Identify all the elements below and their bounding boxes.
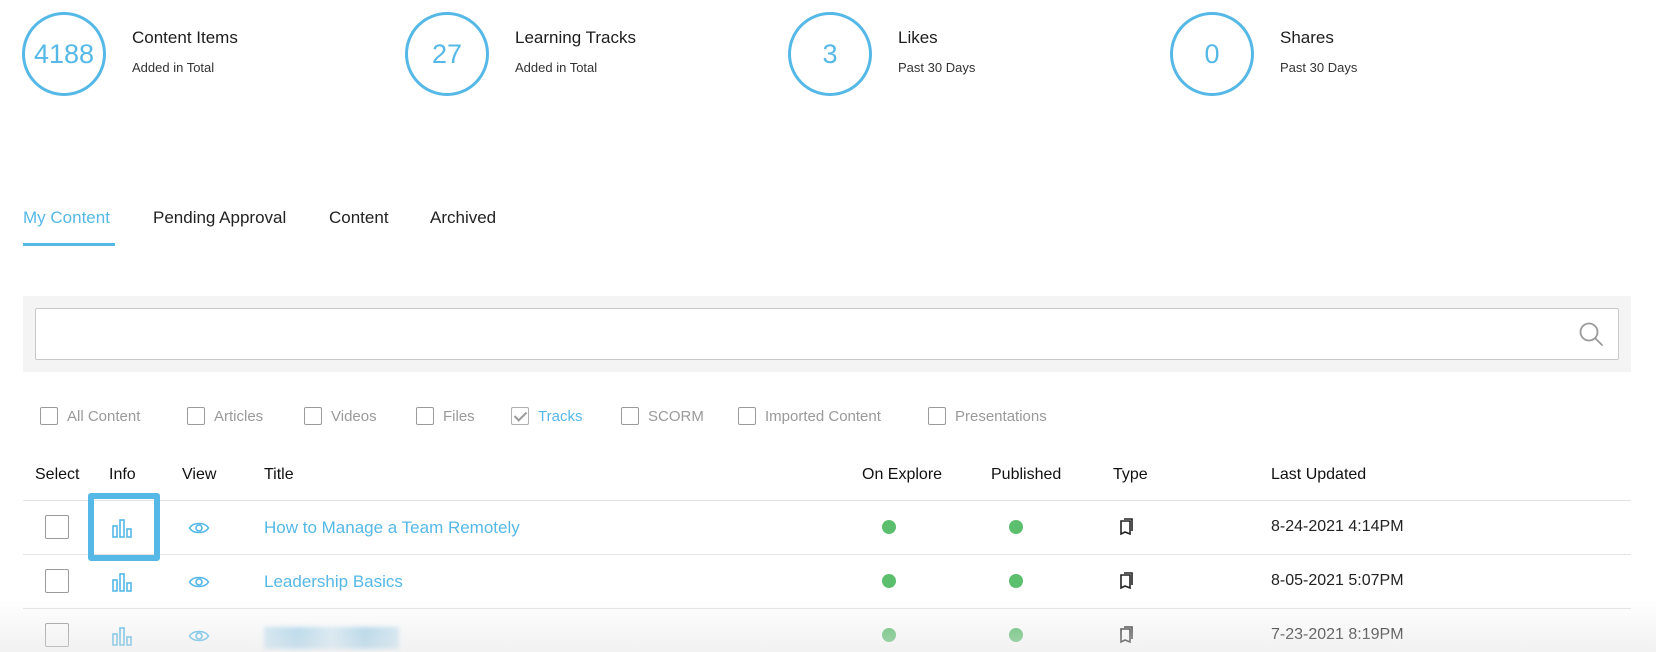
tab-archived[interactable]: Archived <box>430 208 496 228</box>
filter-videos[interactable]: Videos <box>304 407 377 425</box>
filter-articles[interactable]: Articles <box>187 407 263 425</box>
stat-title: Learning Tracks <box>515 28 636 47</box>
header-title: Title <box>264 466 294 483</box>
content-title-link[interactable]: How to Manage a Team Remotely <box>264 518 520 538</box>
filter-checkbox[interactable] <box>621 407 639 425</box>
search-input[interactable] <box>35 308 1619 360</box>
filter-imported-content[interactable]: Imported Content <box>738 407 881 425</box>
search-icon[interactable] <box>1578 321 1604 347</box>
filter-scorm[interactable]: SCORM <box>621 407 704 425</box>
filter-label: All Content <box>67 407 141 425</box>
last-updated-value: 8-24-2021 4:14PM <box>1271 518 1404 535</box>
content-title-link[interactable]: Leadership Basics <box>264 572 403 592</box>
stat-value: 4188 <box>22 12 106 96</box>
stat-subtitle: Added in Total <box>132 60 215 75</box>
search-panel <box>23 296 1631 372</box>
filter-presentations[interactable]: Presentations <box>928 407 1047 425</box>
bar-chart-icon[interactable] <box>111 571 133 593</box>
track-type-icon <box>1120 572 1133 590</box>
filter-checkbox[interactable] <box>738 407 756 425</box>
stat-subtitle: Added in Total <box>515 60 598 75</box>
header-on-explore: On Explore <box>862 466 943 483</box>
filter-all-content[interactable]: All Content <box>40 407 140 425</box>
bar-chart-icon[interactable] <box>111 625 133 647</box>
filter-label: Videos <box>331 407 377 425</box>
info-highlight-box <box>88 493 160 561</box>
last-updated-value: 7-23-2021 8:19PM <box>1271 626 1404 643</box>
filter-label: Articles <box>214 407 264 425</box>
filter-label: SCORM <box>648 407 704 425</box>
stat-subtitle: Past 30 Days <box>898 60 976 75</box>
tab-my-content[interactable]: My Content <box>23 208 110 228</box>
filter-tracks[interactable]: Tracks <box>511 407 582 425</box>
track-type-icon <box>1120 518 1133 536</box>
table-row: Leadership Basics 8-05-2021 5:07PM <box>23 555 1631 609</box>
filter-checkbox[interactable] <box>511 407 529 425</box>
stat-title: Likes <box>898 28 938 47</box>
on-explore-status-dot <box>882 574 896 588</box>
tab-content[interactable]: Content <box>329 208 389 228</box>
stat-title: Content Items <box>132 28 238 47</box>
table-row: How to Manage a Team Remotely 8-24-2021 … <box>23 493 1631 561</box>
filter-files[interactable]: Files <box>416 407 475 425</box>
redacted-title[interactable] <box>264 627 399 649</box>
published-status-dot <box>1009 574 1023 588</box>
header-info: Info <box>109 466 136 483</box>
published-status-dot <box>1009 628 1023 642</box>
stat-subtitle: Past 30 Days <box>1280 60 1358 75</box>
filter-label: Presentations <box>955 407 1047 425</box>
filter-label: Imported Content <box>765 407 881 425</box>
row-select-checkbox[interactable] <box>45 515 69 539</box>
filter-checkbox[interactable] <box>40 407 58 425</box>
on-explore-status-dot <box>882 628 896 642</box>
eye-icon[interactable] <box>188 625 210 647</box>
eye-icon[interactable] <box>188 517 210 539</box>
published-status-dot <box>1009 520 1023 534</box>
eye-icon[interactable] <box>188 571 210 593</box>
header-last-updated: Last Updated <box>1271 466 1367 483</box>
stat-title: Shares <box>1280 28 1334 47</box>
stat-value: 0 <box>1170 12 1254 96</box>
stats-summary: 4188 Content Items Added in Total 27 Lea… <box>22 12 1642 96</box>
header-view: View <box>182 466 217 483</box>
on-explore-status-dot <box>882 520 896 534</box>
filter-checkbox[interactable] <box>928 407 946 425</box>
filter-checkbox[interactable] <box>416 407 434 425</box>
row-select-checkbox[interactable] <box>45 569 69 593</box>
filter-label: Files <box>443 407 475 425</box>
row-select-checkbox[interactable] <box>45 623 69 647</box>
filter-checkbox[interactable] <box>187 407 205 425</box>
header-type: Type <box>1113 466 1148 483</box>
filter-checkbox[interactable] <box>304 407 322 425</box>
last-updated-value: 8-05-2021 5:07PM <box>1271 572 1404 589</box>
stat-value: 27 <box>405 12 489 96</box>
tab-pending-approval[interactable]: Pending Approval <box>153 208 286 228</box>
header-published: Published <box>991 466 1062 483</box>
stat-value: 3 <box>788 12 872 96</box>
active-tab-indicator <box>23 243 115 246</box>
track-type-icon <box>1120 626 1133 644</box>
header-select: Select <box>35 466 80 483</box>
filter-label: Tracks <box>538 407 583 425</box>
table-row: 7-23-2021 8:19PM <box>23 609 1631 652</box>
